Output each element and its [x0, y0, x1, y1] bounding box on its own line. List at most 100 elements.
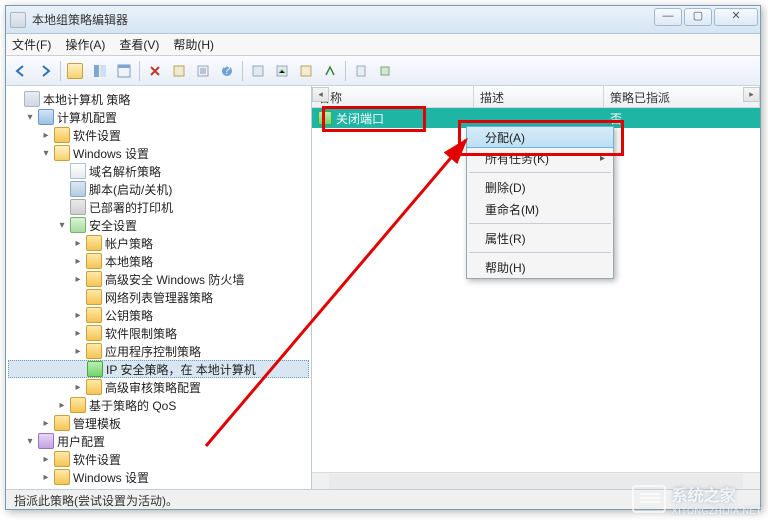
show-tree-icon[interactable]: [89, 60, 111, 82]
tree-item[interactable]: ▾安全设置: [8, 216, 309, 234]
tree-item[interactable]: 网络列表管理器策略: [8, 288, 309, 306]
properties-icon[interactable]: [168, 60, 190, 82]
expander-icon[interactable]: ▸: [40, 453, 52, 465]
action3-icon[interactable]: [295, 60, 317, 82]
export-icon[interactable]: ?: [216, 60, 238, 82]
policy-icon: [318, 111, 332, 125]
expander-icon[interactable]: ▸: [40, 417, 52, 429]
menu-item-help[interactable]: 帮助(H): [467, 256, 613, 278]
refresh-icon[interactable]: [192, 60, 214, 82]
tree-item[interactable]: ▸管理模板: [8, 414, 309, 432]
tree-item[interactable]: ▸本地策略: [8, 252, 309, 270]
expander-icon[interactable]: ▸: [72, 327, 84, 339]
menu-view[interactable]: 查看(V): [119, 36, 159, 53]
tree-item[interactable]: ▸ 软件限制策略: [8, 324, 309, 342]
table-row[interactable]: 关闭端口否: [312, 108, 760, 128]
action5-icon[interactable]: [350, 60, 372, 82]
tree-item[interactable]: 已部署的打印机: [8, 198, 309, 216]
column-name[interactable]: 名称: [312, 86, 474, 107]
tree-item[interactable]: ▾计算机配置: [8, 108, 309, 126]
tree-item[interactable]: ▾用户配置: [8, 432, 309, 450]
tree-item[interactable]: ▸软件设置: [8, 126, 309, 144]
minimize-button[interactable]: —: [654, 8, 682, 26]
toolbar-separator: [139, 61, 140, 81]
tree-item[interactable]: ▾ Windows 设置: [8, 144, 309, 162]
app-icon: [10, 12, 26, 28]
action1-icon[interactable]: [247, 60, 269, 82]
column-desc[interactable]: 描述: [474, 86, 604, 107]
expander-icon[interactable]: ▾: [40, 147, 52, 159]
tree-item[interactable]: ▸基于策略的 QoS: [8, 396, 309, 414]
tree-item-label: 已部署的打印机: [89, 199, 173, 216]
tree-item-label: Windows 设置: [73, 145, 149, 162]
tree-item[interactable]: ▸高级安全 Windows 防火墙: [8, 270, 309, 288]
expander-icon[interactable]: [73, 363, 85, 375]
toolbar-separator: [60, 61, 61, 81]
scroll-right-icon[interactable]: ▸: [743, 87, 760, 102]
expander-icon[interactable]: [56, 201, 68, 213]
tree-item-label: 软件限制策略: [105, 325, 177, 342]
menu-item-assign[interactable]: 分配(A): [466, 126, 614, 148]
expander-icon[interactable]: ▸: [40, 471, 52, 483]
doc-icon: [70, 163, 86, 179]
scroll-left-icon[interactable]: ◂: [312, 87, 329, 102]
menu-item-properties[interactable]: 属性(R): [467, 227, 613, 249]
shield-icon: [70, 217, 86, 233]
back-icon[interactable]: [10, 60, 32, 82]
tree-item[interactable]: ▸帐户策略: [8, 234, 309, 252]
close-button[interactable]: ✕: [714, 8, 758, 26]
menu-item-label: 所有任务(K): [485, 150, 549, 167]
tree-item-label: 高级审核策略配置: [105, 379, 201, 396]
menu-item-all-tasks[interactable]: 所有任务(K)▸: [467, 147, 613, 169]
expander-icon[interactable]: [56, 165, 68, 177]
expander-icon[interactable]: [10, 93, 22, 105]
green-icon: [87, 361, 103, 377]
properties-pane-icon[interactable]: [113, 60, 135, 82]
tree-item[interactable]: 本地计算机 策略: [8, 90, 309, 108]
expander-icon[interactable]: ▸: [72, 381, 84, 393]
expander-icon[interactable]: ▸: [56, 399, 68, 411]
action6-icon[interactable]: [374, 60, 396, 82]
expander-icon[interactable]: ▾: [56, 219, 68, 231]
tree-item[interactable]: ▸公钥策略: [8, 306, 309, 324]
tree-item[interactable]: ▸应用程序控制策略: [8, 342, 309, 360]
tree-item[interactable]: ▸软件设置: [8, 450, 309, 468]
tree-item[interactable]: 脚本(启动/关机): [8, 180, 309, 198]
expander-icon[interactable]: ▾: [24, 111, 36, 123]
expander-icon[interactable]: ▸: [72, 273, 84, 285]
maximize-button[interactable]: ▢: [684, 8, 712, 26]
tree-item[interactable]: ▸ 高级审核策略配置: [8, 378, 309, 396]
tree-item[interactable]: 域名解析策略: [8, 162, 309, 180]
toolbar-separator: [345, 61, 346, 81]
menubar: 文件(F) 操作(A) 查看(V) 帮助(H): [6, 34, 760, 56]
forward-icon[interactable]: [34, 60, 56, 82]
toolbar-separator: [242, 61, 243, 81]
expander-icon[interactable]: ▾: [24, 435, 36, 447]
menu-help[interactable]: 帮助(H): [173, 36, 214, 53]
action2-icon[interactable]: [271, 60, 293, 82]
expander-icon[interactable]: ▸: [72, 345, 84, 357]
action4-icon[interactable]: [319, 60, 341, 82]
expander-icon[interactable]: [56, 183, 68, 195]
column-policy[interactable]: 策略已指派: [604, 86, 760, 107]
menu-item-delete[interactable]: 删除(D): [467, 176, 613, 198]
menu-item-rename[interactable]: 重命名(M): [467, 198, 613, 220]
tree-item-label: 本地计算机 策略: [43, 91, 130, 108]
folder-icon: [86, 289, 102, 305]
tree-item-label: 域名解析策略: [89, 163, 161, 180]
expander-icon[interactable]: [72, 291, 84, 303]
expander-icon[interactable]: ▸: [72, 237, 84, 249]
menu-file[interactable]: 文件(F): [12, 36, 51, 53]
menu-item-label: 帮助(H): [485, 259, 526, 276]
delete-icon[interactable]: [144, 60, 166, 82]
tree-pane[interactable]: 本地计算机 策略▾计算机配置▸软件设置▾Windows 设置域名解析策略脚本(启…: [6, 86, 312, 489]
tree-item[interactable]: IP 安全策略，在 本地计算机: [8, 360, 309, 378]
menu-action[interactable]: 操作(A): [65, 36, 105, 53]
expander-icon[interactable]: ▸: [72, 255, 84, 267]
expander-icon[interactable]: ▸: [72, 309, 84, 321]
up-icon[interactable]: [65, 60, 87, 82]
tree-item[interactable]: ▸Windows 设置: [8, 468, 309, 486]
expander-icon[interactable]: ▸: [40, 129, 52, 141]
folder-icon: [86, 307, 102, 323]
tree-item-label: 脚本(启动/关机): [89, 181, 172, 198]
